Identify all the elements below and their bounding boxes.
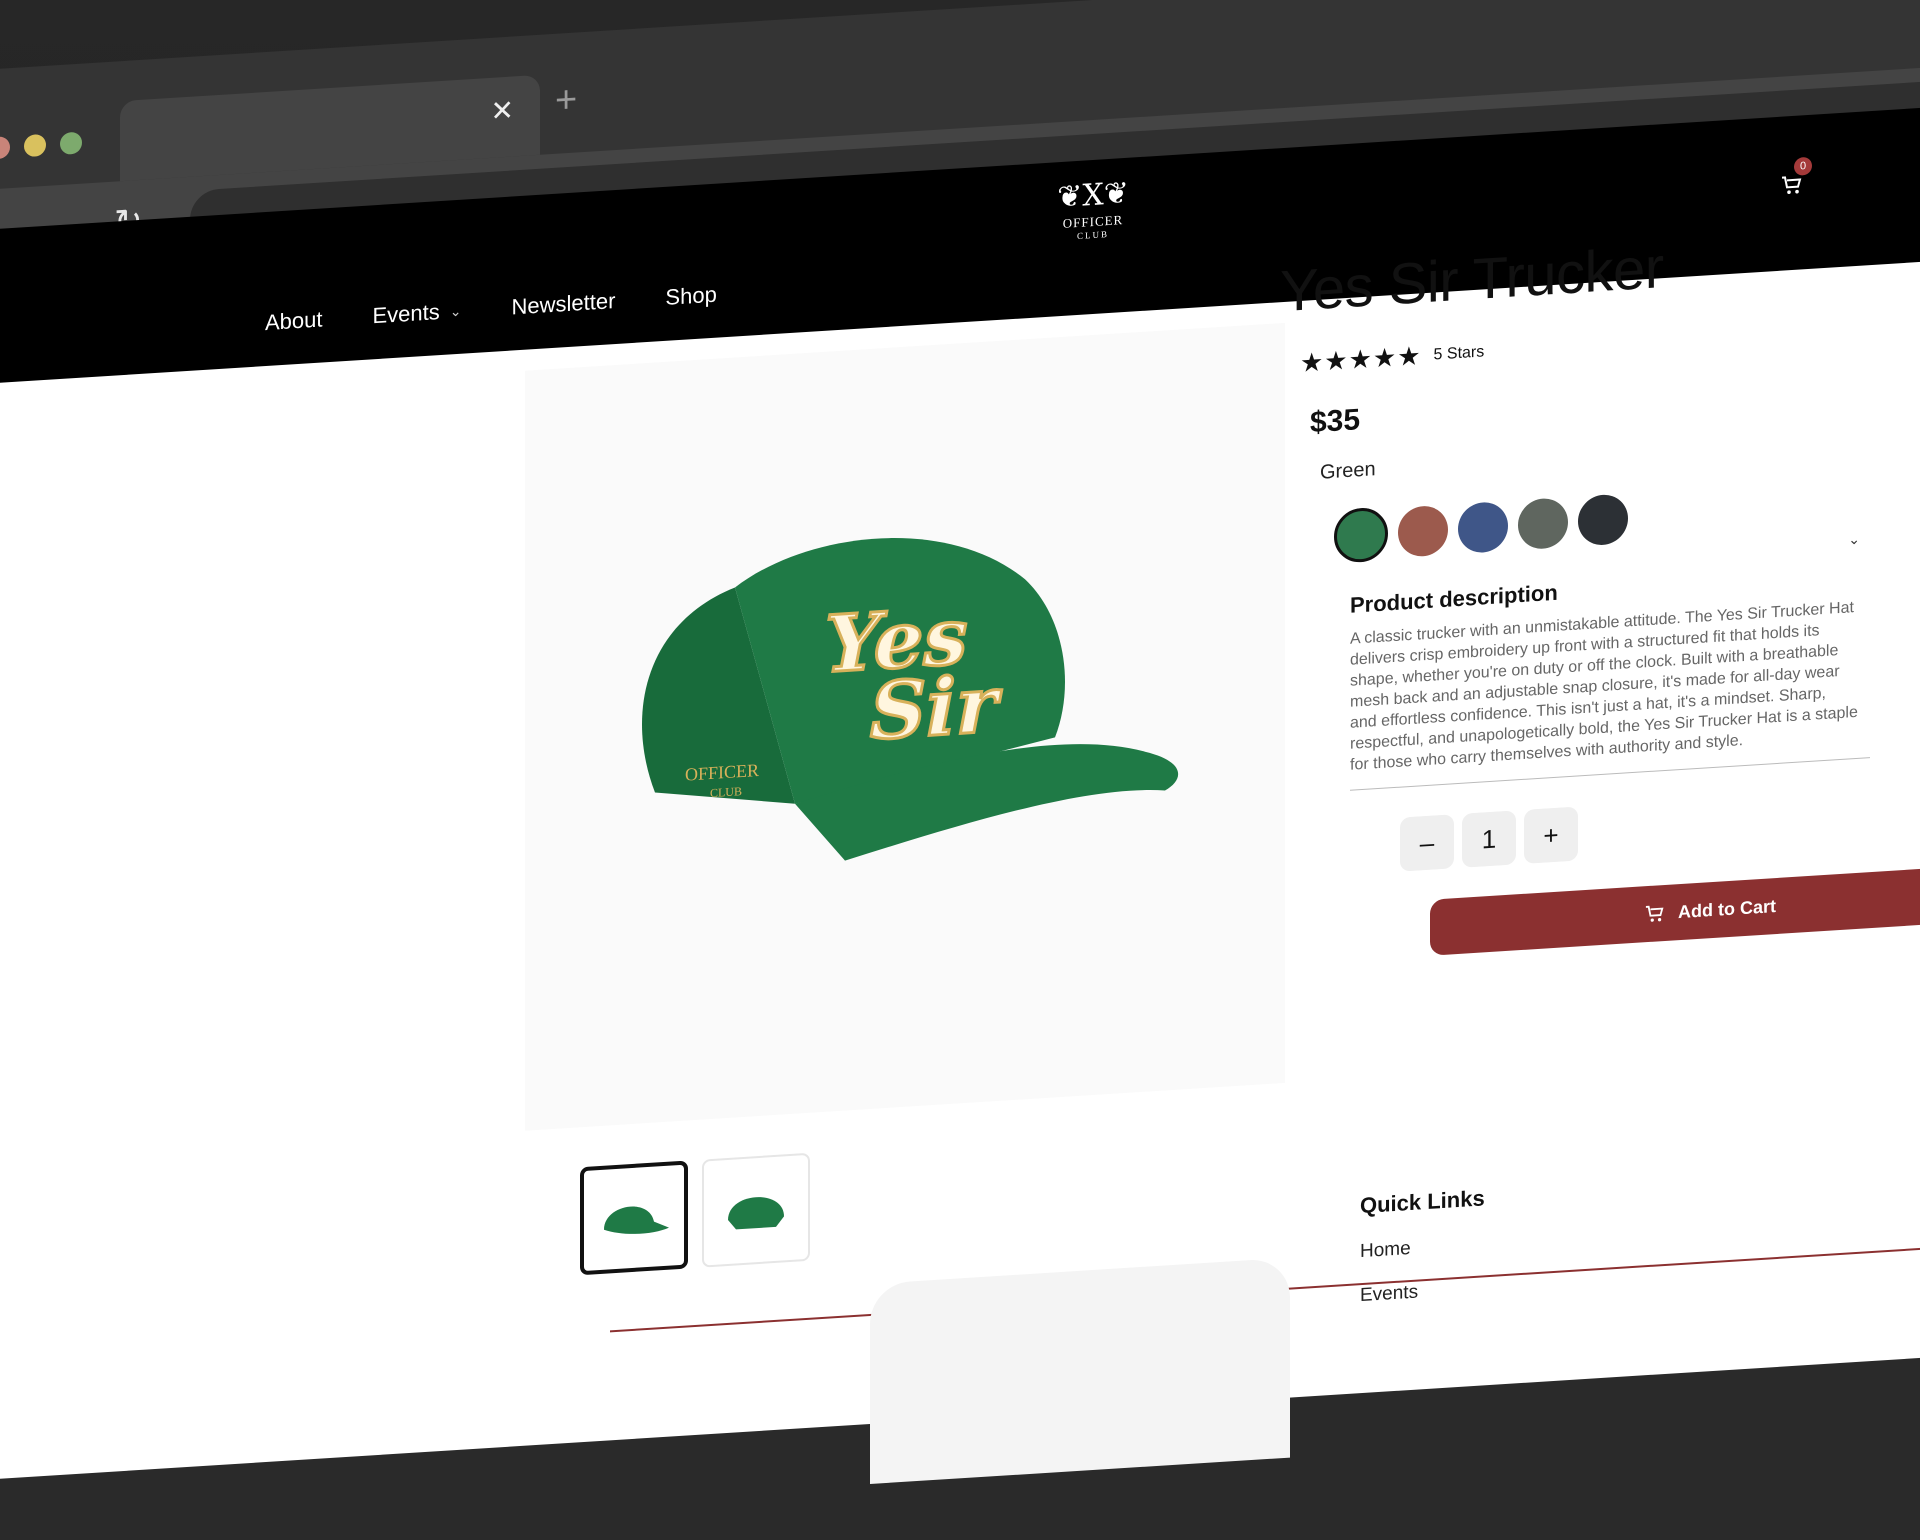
thumbnail-front-view[interactable]	[702, 1152, 810, 1268]
menu-item-newsletter[interactable]: Newsletter	[512, 288, 616, 321]
decrease-quantity-button[interactable]: –	[1400, 814, 1454, 872]
product-rating: ★★★★★ 5 Stars	[1300, 309, 1920, 379]
cart-count-badge: 0	[1794, 156, 1812, 176]
chevron-down-icon[interactable]: ⌄	[1848, 531, 1860, 549]
footer-card	[870, 1257, 1290, 1485]
maximize-window-button[interactable]	[60, 131, 82, 155]
color-swatch-olive[interactable]	[1518, 497, 1568, 551]
quick-links: Quick Links Home Events	[1360, 1185, 1485, 1307]
star-rating-icon: ★★★★★	[1300, 340, 1422, 378]
color-swatch-rust[interactable]	[1398, 504, 1448, 558]
thumbnail-side-view[interactable]	[580, 1160, 688, 1276]
description-text: A classic trucker with an unmistakable a…	[1350, 599, 1858, 774]
svg-text:CLUB: CLUB	[710, 784, 742, 800]
menu-item-about[interactable]: About	[265, 306, 323, 336]
menu-item-events[interactable]: Events ⌄	[373, 298, 462, 330]
hat-thumbnail-icon	[604, 1206, 669, 1234]
color-swatches	[1334, 473, 1920, 564]
main-menu: About Events ⌄ Newsletter Shop	[265, 282, 717, 336]
browser-window: ✕ + ← → ↻ About Events⌄ Newsletter Shop …	[0, 0, 1920, 1485]
quick-link-events[interactable]: Events	[1360, 1277, 1485, 1307]
product-image: Yes Sir OFFICER CLUB	[525, 322, 1285, 1131]
screen-background: ✕ + ← → ↻ About Events⌄ Newsletter Shop …	[0, 0, 1920, 1485]
description-accordion[interactable]: ⌄ Product description A classic trucker …	[1350, 531, 1860, 776]
quick-link-home[interactable]: Home	[1360, 1233, 1485, 1263]
color-swatch-green[interactable]	[1334, 506, 1388, 564]
new-tab-button[interactable]: +	[555, 78, 577, 121]
product-info: Yes Sir Trucker ★★★★★ 5 Stars $35 Green …	[1280, 218, 1920, 965]
thumbnail-list	[580, 1152, 810, 1276]
cart-icon	[1782, 176, 1802, 194]
cart-button[interactable]: 0	[1780, 156, 1812, 203]
trucker-hat-image: Yes Sir OFFICER CLUB	[642, 538, 1179, 861]
add-to-cart-button[interactable]: Add to Cart	[1430, 864, 1920, 956]
chevron-down-icon: ⌄	[449, 302, 462, 319]
laurel-wreath-icon: ❦X❦	[1057, 175, 1129, 216]
increase-quantity-button[interactable]: +	[1524, 806, 1578, 864]
quantity-stepper: – 1 +	[1400, 785, 1920, 872]
hat-thumbnail-icon	[728, 1197, 784, 1230]
cart-icon	[1645, 905, 1664, 922]
quick-links-title: Quick Links	[1360, 1185, 1485, 1219]
menu-item-shop[interactable]: Shop	[665, 282, 716, 311]
minimize-window-button[interactable]	[24, 133, 46, 158]
rating-label: 5 Stars	[1433, 342, 1485, 364]
color-swatch-charcoal[interactable]	[1578, 493, 1628, 547]
web-page: About Events ⌄ Newsletter Shop ❦X❦ OFFICE…	[0, 101, 1920, 1485]
site-logo[interactable]: ❦X❦ OFFICER CLUB	[1043, 175, 1143, 243]
svg-text:Sir: Sir	[870, 659, 1002, 758]
close-tab-icon[interactable]: ✕	[491, 94, 514, 126]
quantity-value[interactable]: 1	[1462, 810, 1516, 868]
close-window-button[interactable]	[0, 136, 10, 160]
color-swatch-navy[interactable]	[1458, 500, 1508, 555]
